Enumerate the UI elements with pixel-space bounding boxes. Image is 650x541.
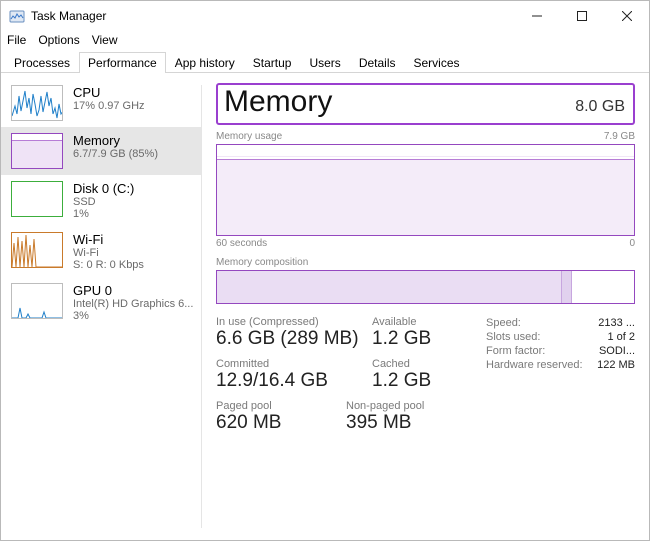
- form-label: Form factor:: [486, 345, 545, 357]
- inuse-label: In use (Compressed): [216, 316, 372, 328]
- tab-performance[interactable]: Performance: [79, 52, 166, 73]
- tab-users[interactable]: Users: [300, 52, 349, 73]
- usage-label: Memory usage: [216, 131, 282, 142]
- memory-usage-chart[interactable]: [216, 144, 635, 236]
- sidebar-wifi-sub2: S: 0 R: 0 Kbps: [73, 259, 144, 271]
- menu-options[interactable]: Options: [38, 33, 79, 47]
- sidebar-disk-title: Disk 0 (C:): [73, 181, 134, 196]
- window-title: Task Manager: [31, 9, 106, 23]
- tab-services[interactable]: Services: [405, 52, 469, 73]
- sidebar-item-gpu[interactable]: GPU 0 Intel(R) HD Graphics 6... 3%: [1, 277, 201, 328]
- sidebar-disk-sub2: 1%: [73, 208, 134, 220]
- nonpaged-label: Non-paged pool: [346, 400, 476, 412]
- sidebar: CPU 17% 0.97 GHz Memory 6.7/7.9 GB (85%)…: [1, 73, 201, 540]
- form-value: SODI...: [599, 345, 635, 357]
- nonpaged-value: 395 MB: [346, 412, 476, 434]
- sidebar-gpu-title: GPU 0: [73, 283, 193, 298]
- hero-title: Memory: [224, 85, 332, 119]
- tab-bar: Processes Performance App history Startu…: [1, 51, 649, 73]
- memory-hero: Memory 8.0 GB: [216, 83, 635, 125]
- composition-modified: [561, 271, 571, 303]
- axis-left: 60 seconds: [216, 238, 267, 249]
- tab-details[interactable]: Details: [350, 52, 405, 73]
- sidebar-item-memory[interactable]: Memory 6.7/7.9 GB (85%): [1, 127, 201, 175]
- hwres-label: Hardware reserved:: [486, 359, 583, 371]
- menu-view[interactable]: View: [92, 33, 118, 47]
- committed-label: Committed: [216, 358, 372, 370]
- avail-label: Available: [372, 316, 476, 328]
- sidebar-cpu-sub: 17% 0.97 GHz: [73, 100, 145, 112]
- sidebar-memory-sub: 6.7/7.9 GB (85%): [73, 148, 158, 160]
- slots-label: Slots used:: [486, 331, 540, 343]
- maximize-button[interactable]: [559, 1, 604, 31]
- sidebar-cpu-title: CPU: [73, 85, 145, 100]
- speed-label: Speed:: [486, 317, 521, 329]
- sidebar-gpu-sub2: 3%: [73, 310, 193, 322]
- detail-panel: Memory 8.0 GB Memory usage 7.9 GB 60 sec…: [202, 73, 649, 540]
- title-bar: Task Manager: [1, 1, 649, 31]
- tab-startup[interactable]: Startup: [244, 52, 301, 73]
- memory-stats: In use (Compressed) 6.6 GB (289 MB) Avai…: [216, 316, 635, 442]
- wifi-thumb: [11, 232, 63, 268]
- axis-right: 0: [629, 238, 635, 249]
- committed-value: 12.9/16.4 GB: [216, 370, 372, 392]
- composition-free: [572, 271, 634, 303]
- minimize-button[interactable]: [514, 1, 559, 31]
- memory-thumb: [11, 133, 63, 169]
- hwres-value: 122 MB: [597, 359, 635, 371]
- tab-processes[interactable]: Processes: [5, 52, 79, 73]
- sidebar-item-cpu[interactable]: CPU 17% 0.97 GHz: [1, 79, 201, 127]
- sidebar-disk-sub1: SSD: [73, 196, 134, 208]
- composition-label: Memory composition: [216, 257, 308, 268]
- paged-label: Paged pool: [216, 400, 346, 412]
- sidebar-item-wifi[interactable]: Wi-Fi Wi-Fi S: 0 R: 0 Kbps: [1, 226, 201, 277]
- sidebar-item-disk[interactable]: Disk 0 (C:) SSD 1%: [1, 175, 201, 226]
- menu-file[interactable]: File: [7, 33, 26, 47]
- sidebar-wifi-sub1: Wi-Fi: [73, 247, 144, 259]
- app-icon: [9, 8, 25, 24]
- composition-in-use: [217, 271, 561, 303]
- sidebar-memory-title: Memory: [73, 133, 158, 148]
- disk-thumb: [11, 181, 63, 217]
- usage-max: 7.9 GB: [604, 131, 635, 142]
- inuse-value: 6.6 GB (289 MB): [216, 328, 372, 350]
- window-buttons: [514, 1, 649, 31]
- content-body: CPU 17% 0.97 GHz Memory 6.7/7.9 GB (85%)…: [1, 73, 649, 540]
- speed-value: 2133 ...: [598, 317, 635, 329]
- tab-app-history[interactable]: App history: [166, 52, 244, 73]
- menu-bar: File Options View: [1, 31, 649, 51]
- cached-label: Cached: [372, 358, 476, 370]
- paged-value: 620 MB: [216, 412, 346, 434]
- slots-value: 1 of 2: [607, 331, 635, 343]
- avail-value: 1.2 GB: [372, 328, 476, 350]
- gpu-thumb: [11, 283, 63, 319]
- sidebar-wifi-title: Wi-Fi: [73, 232, 144, 247]
- hero-capacity: 8.0 GB: [575, 98, 625, 116]
- close-button[interactable]: [604, 1, 649, 31]
- memory-composition-chart[interactable]: [216, 270, 635, 304]
- cached-value: 1.2 GB: [372, 370, 476, 392]
- cpu-thumb: [11, 85, 63, 121]
- sidebar-gpu-sub1: Intel(R) HD Graphics 6...: [73, 298, 193, 310]
